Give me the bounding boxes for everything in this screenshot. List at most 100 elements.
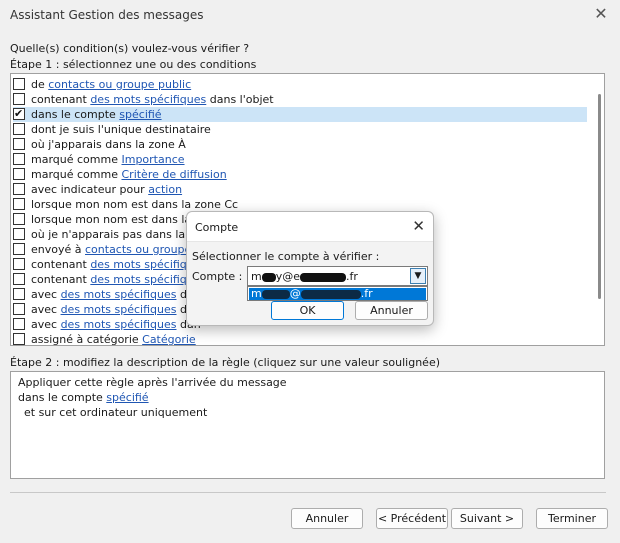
condition-text: avec — [31, 303, 61, 316]
condition-text: où je n'apparais pas dans la zo — [31, 228, 202, 241]
description-line: Appliquer cette règle après l'arrivée du… — [18, 376, 287, 389]
condition-checkbox[interactable] — [13, 258, 25, 270]
condition-text: de — [31, 78, 49, 91]
condition-link[interactable]: des mots spécifiques — [61, 288, 177, 301]
condition-checkbox[interactable] — [13, 78, 25, 90]
rule-description: Appliquer cette règle après l'arrivée du… — [10, 371, 605, 479]
condition-checkbox[interactable] — [13, 183, 25, 195]
condition-label: lorsque mon nom est dans la zone Cc — [31, 197, 238, 212]
redaction — [300, 272, 346, 282]
condition-text: envoyé à — [31, 243, 85, 256]
account-select[interactable]: m y@e .fr ▼ — [247, 266, 428, 286]
previous-button[interactable]: < Précédent — [376, 508, 448, 529]
condition-row[interactable]: dans le compte spécifié — [13, 107, 587, 122]
account-dropdown[interactable]: m @ .fr — [247, 286, 428, 301]
condition-link[interactable]: des mots spécifiques — [61, 303, 177, 316]
condition-text: dont je suis l'unique destinataire — [31, 123, 211, 136]
condition-link[interactable]: contacts ou groupe public — [48, 78, 191, 91]
condition-text: où j'apparais dans la zone À — [31, 138, 186, 151]
step2-label: Étape 2 : modifiez la description de la … — [10, 356, 441, 369]
condition-checkbox[interactable] — [13, 93, 25, 105]
condition-checkbox[interactable] — [13, 198, 25, 210]
condition-label: où je n'apparais pas dans la zo — [31, 227, 201, 242]
redaction — [300, 289, 361, 299]
account-text: .fr — [346, 270, 358, 283]
condition-text: lorsque mon nom est dans la zone Cc — [31, 198, 239, 211]
condition-text: contenant — [31, 258, 91, 271]
condition-row[interactable]: marqué comme Critère de diffusion — [13, 167, 587, 182]
condition-link[interactable]: contacts ou groupe p — [85, 243, 202, 256]
condition-label: dans le compte spécifié — [31, 107, 162, 122]
condition-text: dans l'objet — [206, 93, 274, 106]
condition-checkbox[interactable] — [13, 228, 25, 240]
account-dialog: Compte ✕ Sélectionner le compte à vérifi… — [186, 211, 434, 326]
step1-label: Étape 1 : sélectionnez une ou des condit… — [10, 58, 257, 71]
condition-label: contenant des mots spécifique — [31, 257, 201, 272]
condition-label: avec des mots spécifiques dan — [31, 302, 201, 317]
account-text: m — [251, 270, 262, 283]
condition-label: où j'apparais dans la zone À — [31, 137, 186, 152]
condition-text: contenant — [31, 93, 91, 106]
condition-row[interactable]: où j'apparais dans la zone À — [13, 137, 587, 152]
condition-row[interactable]: de contacts ou groupe public — [13, 77, 587, 92]
condition-label: dont je suis l'unique destinataire — [31, 122, 211, 137]
next-button[interactable]: Suivant > — [451, 508, 523, 529]
condition-checkbox[interactable] — [13, 123, 25, 135]
condition-text: assigné à catégorie — [31, 333, 143, 346]
condition-checkbox[interactable] — [13, 243, 25, 255]
condition-link[interactable]: des mots spécifiques — [61, 318, 177, 331]
dialog-cancel-button[interactable]: Annuler — [355, 301, 428, 320]
finish-button[interactable]: Terminer — [536, 508, 608, 529]
condition-link[interactable]: Critère de diffusion — [121, 168, 226, 181]
condition-checkbox[interactable] — [13, 153, 25, 165]
question-label: Quelle(s) condition(s) voulez-vous vérif… — [10, 42, 250, 55]
condition-label: marqué comme Critère de diffusion — [31, 167, 227, 182]
account-label: Compte : — [192, 270, 243, 283]
account-link[interactable]: spécifié — [106, 391, 148, 404]
ok-button[interactable]: OK — [271, 301, 344, 320]
scrollbar[interactable] — [598, 78, 602, 343]
condition-checkbox[interactable] — [13, 303, 25, 315]
dropdown-option[interactable]: m @ .fr — [249, 288, 426, 300]
condition-label: contenant des mots spécifiques dans l'ob… — [31, 92, 274, 107]
close-icon[interactable]: ✕ — [592, 5, 610, 23]
scrollbar-thumb[interactable] — [598, 94, 601, 299]
condition-label: de contacts ou groupe public — [31, 77, 191, 92]
description-text: dans le compte — [18, 391, 107, 404]
condition-row[interactable]: assigné à catégorie Catégorie — [13, 332, 587, 346]
condition-link[interactable]: Importance — [121, 153, 184, 166]
condition-row[interactable]: lorsque mon nom est dans la zone Cc — [13, 197, 587, 212]
condition-row[interactable]: avec indicateur pour action — [13, 182, 587, 197]
condition-link[interactable]: action — [148, 183, 182, 196]
condition-link[interactable]: spécifié — [119, 108, 161, 121]
account-value: m y@e .fr — [251, 270, 358, 283]
condition-link[interactable]: des mots spécifique — [90, 258, 200, 271]
condition-label: avec indicateur pour action — [31, 182, 182, 197]
condition-label: contenant des mots spécifique — [31, 272, 201, 287]
condition-checkbox[interactable] — [13, 213, 25, 225]
cancel-button[interactable]: Annuler — [291, 508, 363, 529]
condition-checkbox[interactable] — [13, 288, 25, 300]
condition-link[interactable]: Catégorie — [142, 333, 196, 345]
condition-checkbox[interactable] — [13, 168, 25, 180]
dialog-prompt: Sélectionner le compte à vérifier : — [192, 250, 380, 263]
dialog-header: Compte ✕ — [187, 212, 433, 242]
redaction — [261, 272, 276, 282]
condition-label: lorsque mon nom est dans la z — [31, 212, 200, 227]
condition-row[interactable]: contenant des mots spécifiques dans l'ob… — [13, 92, 587, 107]
account-text: y@e — [275, 270, 300, 283]
option-text: m — [251, 287, 262, 300]
condition-label: avec des mots spécifiques dan — [31, 317, 201, 332]
condition-row[interactable]: dont je suis l'unique destinataire — [13, 122, 587, 137]
condition-checkbox[interactable] — [13, 108, 25, 120]
close-icon[interactable]: ✕ — [412, 217, 425, 235]
condition-checkbox[interactable] — [13, 273, 25, 285]
condition-checkbox[interactable] — [13, 333, 25, 345]
condition-checkbox[interactable] — [13, 318, 25, 330]
chevron-down-icon[interactable]: ▼ — [410, 268, 426, 284]
condition-text: marqué comme — [31, 153, 122, 166]
condition-link[interactable]: des mots spécifique — [90, 273, 200, 286]
condition-checkbox[interactable] — [13, 138, 25, 150]
condition-link[interactable]: des mots spécifiques — [90, 93, 206, 106]
condition-row[interactable]: marqué comme Importance — [13, 152, 587, 167]
